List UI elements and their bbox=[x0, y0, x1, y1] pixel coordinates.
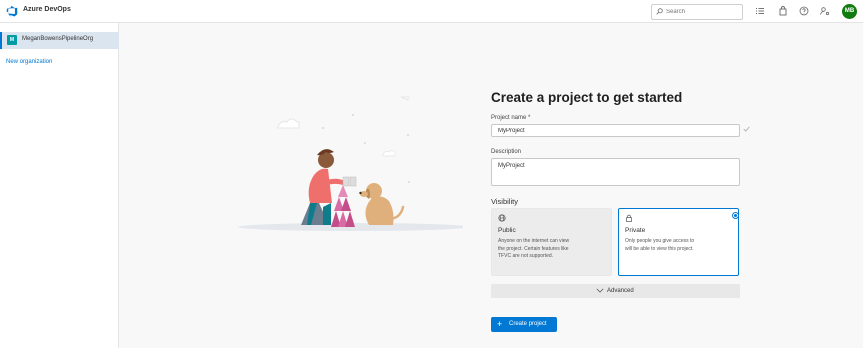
visibility-option-title: Public bbox=[498, 227, 516, 234]
visibility-label: Visibility bbox=[491, 197, 518, 206]
project-name-label: Project name * bbox=[491, 115, 531, 121]
advanced-toggle[interactable]: Advanced bbox=[491, 284, 740, 298]
new-organization-link[interactable]: New organization bbox=[6, 59, 52, 65]
create-project-label: Create project bbox=[509, 321, 547, 327]
chevron-down-icon bbox=[596, 288, 604, 293]
advanced-label: Advanced bbox=[607, 288, 634, 294]
search-icon bbox=[656, 8, 663, 15]
visibility-option-description: Anyone on the internet can view the proj… bbox=[498, 238, 570, 259]
sidebar-item-organization[interactable]: M MeganBowensPipelineOrg bbox=[0, 32, 119, 49]
organization-name: MeganBowensPipelineOrg bbox=[22, 36, 94, 42]
search-box[interactable] bbox=[651, 4, 743, 20]
visibility-option-private[interactable]: Private Only people you give access to w… bbox=[618, 208, 739, 276]
checkmark-icon bbox=[743, 126, 750, 132]
project-name-input[interactable] bbox=[491, 124, 740, 137]
user-settings-icon[interactable] bbox=[820, 6, 830, 16]
organization-badge: M bbox=[7, 35, 17, 45]
description-label: Description bbox=[491, 149, 522, 155]
globe-icon bbox=[498, 214, 506, 222]
selected-radio[interactable] bbox=[732, 212, 739, 219]
lock-icon bbox=[626, 214, 632, 222]
brand-name[interactable]: Azure DevOps bbox=[23, 6, 71, 13]
description-input[interactable]: MyProject bbox=[491, 158, 740, 186]
help-icon[interactable] bbox=[799, 6, 809, 16]
visibility-option-description: Only people you give access to will be a… bbox=[625, 238, 695, 252]
list-icon[interactable] bbox=[755, 6, 765, 16]
create-project-button[interactable]: + Create project bbox=[491, 317, 557, 332]
sidebar: M MeganBowensPipelineOrg New organizatio… bbox=[0, 23, 119, 348]
search-input[interactable] bbox=[666, 6, 738, 18]
top-bar: Azure DevOps MB bbox=[0, 0, 863, 23]
visibility-option-public[interactable]: Public Anyone on the internet can view t… bbox=[491, 208, 612, 276]
welcome-illustration bbox=[238, 96, 463, 231]
visibility-option-title: Private bbox=[625, 227, 646, 234]
azure-devops-logo-icon[interactable] bbox=[6, 5, 18, 17]
page-title: Create a project to get started bbox=[491, 90, 683, 105]
plus-icon: + bbox=[497, 319, 503, 329]
shopping-bag-icon[interactable] bbox=[778, 6, 788, 16]
avatar[interactable]: MB bbox=[842, 4, 857, 19]
